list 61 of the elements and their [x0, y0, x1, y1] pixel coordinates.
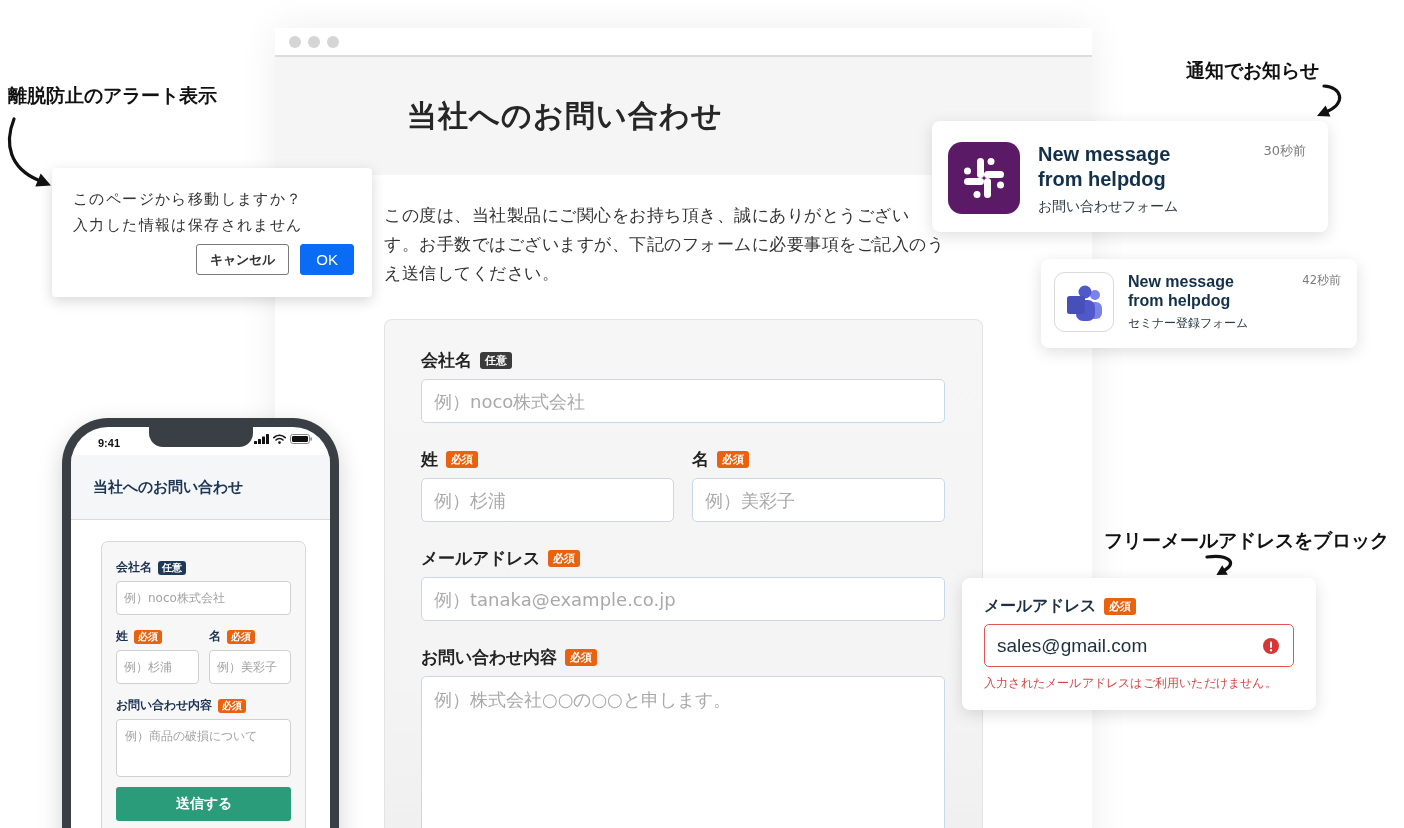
- error-icon: [1263, 637, 1279, 654]
- cancel-button[interactable]: キャンセル: [196, 244, 290, 275]
- field-label: 姓: [116, 628, 128, 645]
- signal-icon: [254, 434, 269, 444]
- text-input[interactable]: 例）杉浦: [421, 478, 674, 522]
- text-input[interactable]: 例）美彩子: [208, 650, 291, 684]
- intro-text: え送信してください。: [384, 262, 559, 284]
- error-message: 入力されたメールアドレスはご利用いただけません。: [984, 675, 1277, 691]
- annotation-text: フリーメールアドレスをブロック: [1104, 528, 1389, 552]
- intro-text: す。お手数ではございますが、下記のフォームに必要事項をご記入のう: [384, 233, 944, 255]
- notification-source: セミナー登録フォーム: [1128, 315, 1248, 332]
- text-input[interactable]: 例）美彩子: [692, 478, 945, 522]
- notification-source: お問い合わせフォーム: [1038, 198, 1178, 216]
- required-badge: 必須: [548, 549, 580, 567]
- field-label: メールアドレス: [421, 547, 540, 569]
- required-badge: 必須: [717, 450, 749, 468]
- required-badge: 必須: [218, 698, 246, 713]
- window-control-icon[interactable]: [289, 35, 301, 48]
- field-label: お問い合わせ内容: [421, 646, 557, 668]
- required-badge: 必須: [134, 629, 162, 644]
- battery-icon: [290, 434, 312, 444]
- window-control-icon[interactable]: [327, 35, 339, 48]
- hash-icon: [948, 142, 1020, 214]
- notification-time: 42秒前: [1302, 272, 1341, 289]
- field-label: お問い合わせ内容: [116, 697, 212, 714]
- annotation-text: 通知でお知らせ: [1186, 58, 1319, 82]
- team-icon: [1054, 272, 1114, 332]
- email-input[interactable]: sales@gmail.com: [984, 624, 1294, 667]
- required-badge: 必須: [446, 450, 478, 468]
- field-label: 会社名: [421, 349, 472, 371]
- field-label: 名: [692, 448, 709, 470]
- text-input[interactable]: 例）杉浦: [116, 650, 199, 684]
- text-input[interactable]: 例）noco株式会社: [116, 581, 291, 615]
- ok-button[interactable]: OK: [300, 244, 354, 275]
- text-input[interactable]: 例）noco株式会社: [421, 379, 945, 423]
- annotation-text: 離脱防止のアラート表示: [8, 83, 217, 107]
- field-label: メールアドレス: [984, 596, 1096, 616]
- notification-time: 30秒前: [1263, 142, 1306, 160]
- message-textarea[interactable]: 例）株式会社○○の○○と申します。: [421, 676, 945, 828]
- page-title: 当社へのお問い合わせ: [407, 96, 723, 135]
- status-time: 9:41: [98, 437, 121, 449]
- optional-badge: 任意: [158, 560, 186, 575]
- optional-badge: 任意: [480, 351, 512, 369]
- field-label: 姓: [421, 448, 438, 470]
- field-label: 会社名: [116, 559, 152, 576]
- phone-page-title: 当社へのお問い合わせ: [93, 477, 243, 497]
- wifi-icon: [273, 434, 286, 444]
- window-control-icon[interactable]: [308, 35, 320, 48]
- text-input[interactable]: 例）tanaka@example.co.jp: [421, 577, 945, 621]
- notification-card[interactable]: New message from helpdog 42秒前 セミナー登録フォーム: [1041, 259, 1357, 348]
- required-badge: 必須: [1104, 597, 1136, 615]
- notification-title: New message from helpdog: [1128, 272, 1235, 310]
- field-label: 名: [208, 628, 221, 645]
- notification-title: New message from helpdog: [1038, 142, 1172, 192]
- required-badge: 必須: [565, 648, 597, 666]
- intro-text: この度は、当社製品にご関心をお持ち頂き、誠にありがとうござい: [384, 204, 909, 226]
- alert-message: このページから移動しますか？: [73, 189, 303, 210]
- message-textarea[interactable]: 例）商品の破損について: [116, 719, 291, 777]
- notification-card[interactable]: New message from helpdog 30秒前 お問い合わせフォーム: [932, 121, 1328, 232]
- required-badge: 必須: [226, 629, 255, 644]
- alert-message: 入力した情報は保存されません: [73, 215, 303, 236]
